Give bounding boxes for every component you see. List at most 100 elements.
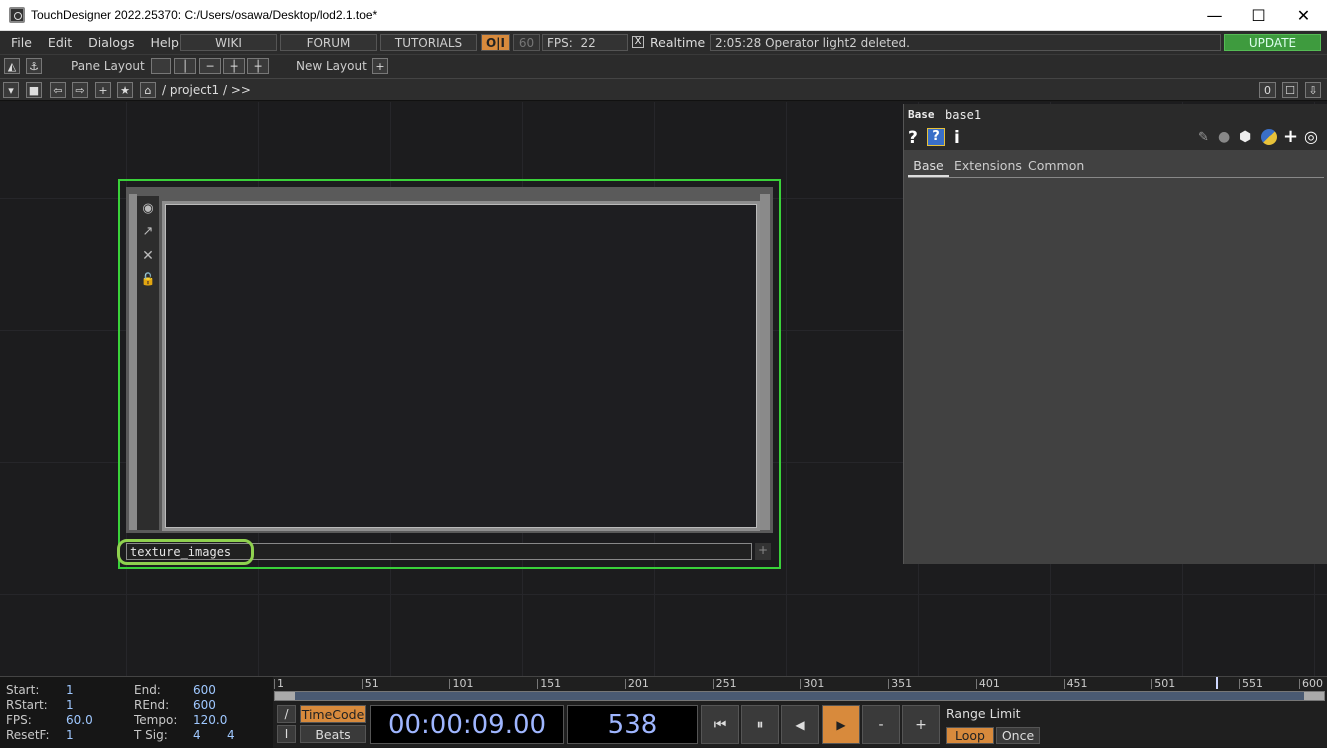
node-viewer[interactable]: [165, 204, 757, 528]
wiki-button[interactable]: WIKI: [180, 34, 277, 51]
menu-dialogs[interactable]: Dialogs: [80, 35, 142, 50]
param-header: Base base1: [904, 104, 1327, 126]
python-icon[interactable]: [1261, 129, 1277, 145]
beats-mode-button[interactable]: Beats: [300, 725, 366, 743]
fps-stat-value[interactable]: 60.0: [66, 713, 93, 727]
pane-menu-icon[interactable]: ▾: [3, 82, 19, 98]
pencil-icon[interactable]: ✎: [1198, 130, 1209, 145]
end-value[interactable]: 600: [193, 683, 216, 697]
timeline-tick-351: 351: [888, 678, 912, 689]
viewer-flag-icon[interactable]: ◉: [140, 201, 156, 217]
bookmark-star-icon[interactable]: ★: [117, 82, 133, 98]
frame-display[interactable]: 538: [567, 705, 698, 744]
node-flag-strip: ◉ ↗ ✕ 🔓: [137, 196, 159, 530]
layout-single-icon[interactable]: [151, 58, 171, 74]
export-flag-icon[interactable]: ↗: [140, 224, 156, 240]
once-button[interactable]: Once: [996, 727, 1040, 744]
node-right-strip: [760, 194, 770, 530]
fps-cap-field[interactable]: 60: [513, 34, 540, 51]
help-icon[interactable]: ?: [908, 128, 918, 148]
target-icon[interactable]: ◎: [1304, 127, 1318, 146]
clone-icon[interactable]: ⬢: [1239, 129, 1251, 145]
timeline-tick-101: 101: [449, 678, 473, 689]
timeline-stats: Start: 1 RStart: 1 FPS: 60.0 ResetF: 1 E…: [0, 677, 273, 748]
tab-common[interactable]: Common: [1028, 158, 1084, 173]
update-button[interactable]: UPDATE: [1224, 34, 1321, 51]
param-icon-bar: ? ? i ✎ ● ⬢ + ◎: [904, 126, 1327, 150]
pause-icon: ⏸: [756, 716, 764, 733]
start-value[interactable]: 1: [66, 683, 74, 697]
tab-base[interactable]: Base: [908, 158, 949, 177]
realtime-label: Realtime: [650, 35, 706, 50]
stop-icon[interactable]: ■: [26, 82, 42, 98]
pause-button[interactable]: ⏸: [741, 705, 779, 744]
perform-mode-toggle[interactable]: O|I: [481, 34, 510, 51]
comment-icon[interactable]: ●: [1218, 129, 1230, 145]
range-end-handle[interactable]: [1304, 692, 1324, 700]
layout-split-vertical-icon[interactable]: │: [174, 58, 196, 74]
layout-three-pane-icon[interactable]: ┼: [223, 58, 245, 74]
layout-split-horizontal-icon[interactable]: ─: [199, 58, 221, 74]
bypass-flag-icon[interactable]: ✕: [140, 248, 156, 264]
tab-extensions[interactable]: Extensions: [954, 158, 1022, 173]
rstart-value[interactable]: 1: [66, 698, 74, 712]
rewind-button[interactable]: ⏮: [701, 705, 739, 744]
step-back-button[interactable]: -: [862, 705, 900, 744]
timeline-range-bar[interactable]: [274, 691, 1325, 701]
timeline-tick-551: 551: [1239, 678, 1263, 689]
step-forward-button[interactable]: +: [902, 705, 940, 744]
pane-maximize-icon[interactable]: ☐: [1282, 82, 1298, 98]
menu-edit[interactable]: Edit: [40, 35, 80, 50]
timecode-mode-button[interactable]: TimeCode: [300, 705, 366, 723]
play-forward-button[interactable]: ▶: [822, 705, 860, 744]
back-icon[interactable]: ⇦: [50, 82, 66, 98]
tempo-value[interactable]: 120.0: [193, 713, 227, 727]
maximize-button[interactable]: ☐: [1236, 0, 1281, 30]
fps-value: 22: [580, 35, 596, 50]
fps-label: FPS:: [547, 35, 573, 50]
pane-split-down-icon[interactable]: ⇩: [1305, 82, 1321, 98]
loop-button[interactable]: Loop: [946, 727, 994, 744]
operator-name[interactable]: base1: [945, 108, 981, 122]
lock-flag-icon[interactable]: 🔓: [140, 272, 156, 288]
rend-value[interactable]: 600: [193, 698, 216, 712]
info-icon[interactable]: i: [954, 128, 960, 148]
play-reverse-button[interactable]: ◀: [781, 705, 819, 744]
minimize-button[interactable]: —: [1192, 0, 1237, 30]
anchor-icon[interactable]: ⚓: [26, 58, 42, 74]
timeline-tick-401: 401: [975, 678, 1000, 689]
forward-icon[interactable]: ⇨: [72, 82, 88, 98]
resetf-value[interactable]: 1: [66, 728, 74, 742]
ruler-bar-button[interactable]: I: [277, 725, 296, 743]
layout-four-pane-icon[interactable]: ┼: [247, 58, 269, 74]
home-icon[interactable]: ⌂: [140, 82, 156, 98]
close-button[interactable]: ✕: [1281, 0, 1326, 30]
range-start-handle[interactable]: [275, 692, 295, 700]
tsig-value-2[interactable]: 4: [227, 728, 235, 742]
add-param-icon[interactable]: +: [1283, 126, 1298, 147]
node-viewer-frame[interactable]: ◉ ↗ ✕ 🔓: [126, 187, 773, 533]
timeline-tick-501: 501: [1151, 678, 1175, 689]
forum-button[interactable]: FORUM: [280, 34, 377, 51]
add-layout-button[interactable]: +: [372, 58, 388, 74]
tsig-value-1[interactable]: 4: [193, 728, 201, 742]
network-path[interactable]: / project1 / >>: [162, 83, 251, 97]
timeline-ruler[interactable]: 1 51 101 151 201 251 301 351 401 451 501 551 600: [274, 678, 1325, 691]
touchdesigner-logo-icon: [9, 7, 25, 23]
parameter-panel: Base base1 ? ? i ✎ ● ⬢ + ◎ Base Extensio…: [903, 104, 1327, 564]
node-add-icon[interactable]: +: [755, 543, 771, 560]
tutorials-button[interactable]: TUTORIALS: [380, 34, 477, 51]
new-layout-label[interactable]: New Layout: [296, 59, 367, 73]
playhead[interactable]: [1216, 677, 1219, 689]
path-counter: 0: [1259, 82, 1276, 98]
menu-file[interactable]: File: [0, 35, 40, 50]
add-icon[interactable]: +: [95, 82, 111, 98]
timecode-display[interactable]: 00:00:09.00: [370, 705, 564, 744]
ruler-slash-button[interactable]: /: [277, 705, 296, 723]
network-view-icon[interactable]: ◭: [4, 58, 20, 74]
pane-layout-label: Pane Layout: [71, 59, 145, 73]
realtime-checkbox[interactable]: X: [632, 36, 644, 48]
rstart-label: RStart:: [6, 698, 48, 712]
python-help-icon[interactable]: ?: [927, 128, 945, 146]
timeline-tick-451: 451: [1063, 678, 1088, 689]
